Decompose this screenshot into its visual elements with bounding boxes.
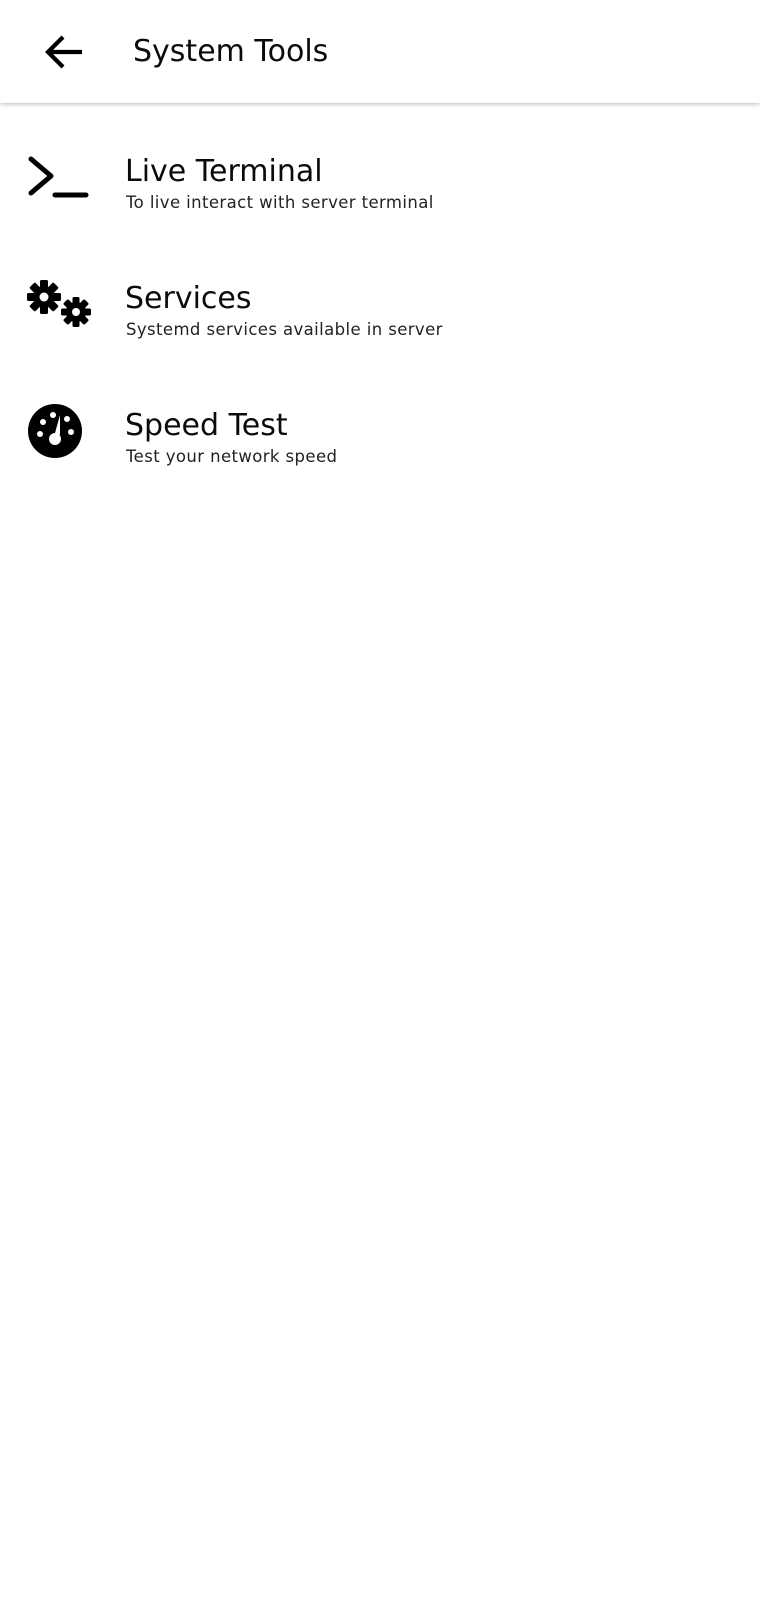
tool-description: To live interact with server terminal <box>126 193 434 212</box>
tool-description: Test your network speed <box>126 447 338 466</box>
tool-item-live-terminal[interactable]: Live Terminal To live interact with serv… <box>0 120 760 247</box>
app-bar: System Tools <box>0 0 760 103</box>
tool-item-services[interactable]: Services Systemd services available in s… <box>0 247 760 374</box>
speedometer-icon <box>26 402 98 462</box>
tool-description: Systemd services available in server <box>126 320 443 339</box>
gears-icon <box>26 275 98 335</box>
arrow-back-icon <box>45 35 82 69</box>
tool-list: Live Terminal To live interact with serv… <box>0 120 760 501</box>
terminal-icon <box>26 148 98 208</box>
tool-title: Services <box>125 281 252 316</box>
tool-item-speed-test[interactable]: Speed Test Test your network speed <box>0 374 760 501</box>
tool-title: Speed Test <box>125 408 288 443</box>
tool-title: Live Terminal <box>125 154 323 189</box>
page-title: System Tools <box>133 34 329 69</box>
back-button[interactable] <box>34 22 94 82</box>
